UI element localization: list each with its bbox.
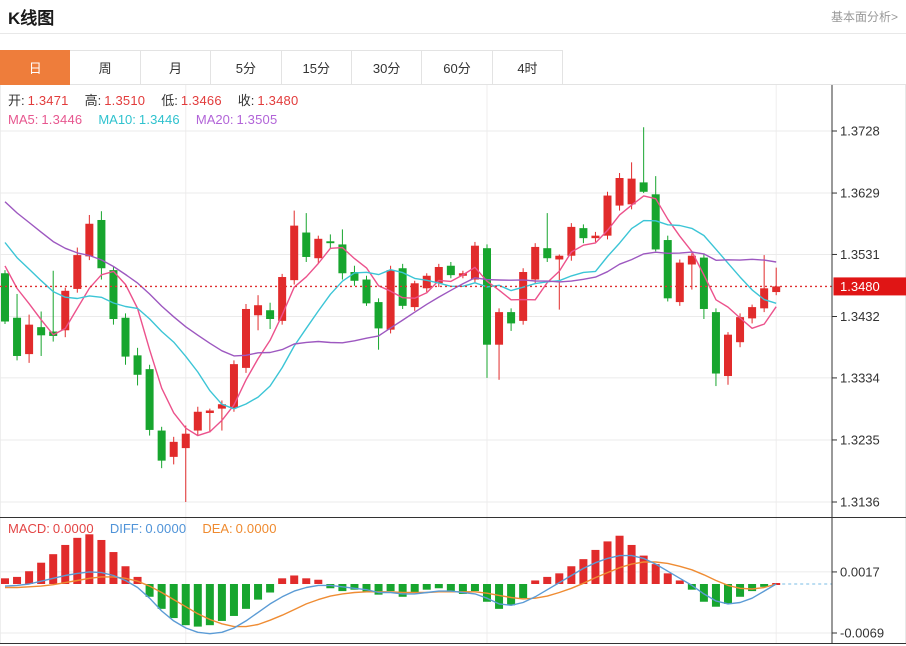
interval-tab-bar: 日周月5分15分30分60分4时 bbox=[0, 50, 906, 85]
svg-text:1.3235: 1.3235 bbox=[840, 432, 880, 447]
svg-text:0.0017: 0.0017 bbox=[840, 564, 880, 579]
macd-legend: MACD:0.0000 DIFF:0.0000 DEA:0.0000 bbox=[8, 520, 293, 537]
svg-text:1.3136: 1.3136 bbox=[840, 495, 880, 510]
tab-15min[interactable]: 15分 bbox=[282, 50, 352, 85]
legend-ma5: MA5:1.3446 bbox=[8, 111, 82, 128]
ma-legend: MA5:1.3446 MA10:1.3446 MA20:1.3505 bbox=[8, 111, 293, 128]
svg-text:1.3728: 1.3728 bbox=[840, 124, 880, 139]
tab-4hour[interactable]: 4时 bbox=[493, 50, 563, 85]
page-header: K线图 基本面分析> bbox=[0, 0, 906, 33]
legend-open: 开:1.3471 bbox=[8, 92, 69, 109]
svg-text:1.3480: 1.3480 bbox=[840, 279, 880, 294]
legend-ma20: MA20:1.3505 bbox=[196, 111, 278, 128]
svg-text:1.3334: 1.3334 bbox=[840, 370, 880, 385]
legend-low: 低:1.3466 bbox=[161, 92, 222, 109]
svg-text:-0.0069: -0.0069 bbox=[840, 625, 884, 640]
header-divider bbox=[0, 33, 906, 34]
svg-text:1.3531: 1.3531 bbox=[840, 247, 880, 262]
fundamentals-link[interactable]: 基本面分析> bbox=[831, 8, 898, 25]
tab-60min[interactable]: 60分 bbox=[422, 50, 492, 85]
legend-ma10: MA10:1.3446 bbox=[98, 111, 180, 128]
legend-dea: DEA:0.0000 bbox=[202, 520, 276, 537]
ohlc-legend: 开:1.3471 高:1.3510 低:1.3466 收:1.3480 bbox=[8, 92, 314, 109]
tab-week[interactable]: 周 bbox=[70, 50, 140, 85]
tab-5min[interactable]: 5分 bbox=[211, 50, 281, 85]
tab-bar-filler bbox=[563, 50, 906, 85]
page-title: K线图 bbox=[8, 4, 54, 29]
tab-month[interactable]: 月 bbox=[141, 50, 211, 85]
svg-text:1.3629: 1.3629 bbox=[840, 186, 880, 201]
legend-macd: MACD:0.0000 bbox=[8, 520, 94, 537]
tab-day[interactable]: 日 bbox=[0, 50, 70, 85]
legend-diff: DIFF:0.0000 bbox=[110, 520, 186, 537]
svg-text:1.3432: 1.3432 bbox=[840, 309, 880, 324]
tab-30min[interactable]: 30分 bbox=[352, 50, 422, 85]
legend-close: 收:1.3480 bbox=[238, 92, 299, 109]
legend-high: 高:1.3510 bbox=[85, 92, 146, 109]
